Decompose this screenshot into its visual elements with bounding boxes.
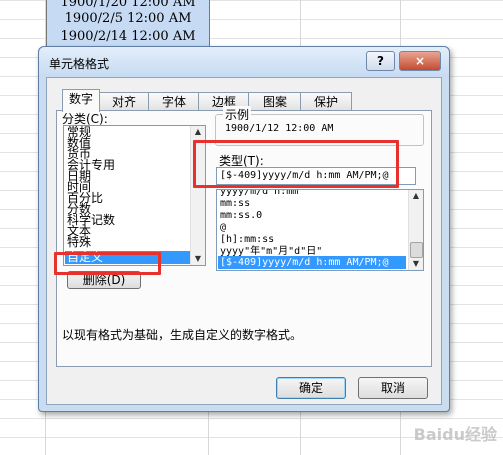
description-text: 以现有格式为基础，生成自定义的数字格式。: [62, 328, 303, 342]
highlight-box-category: [54, 252, 161, 275]
tab-alignment[interactable]: 对齐: [98, 92, 150, 111]
tab-patterns[interactable]: 图案: [248, 92, 302, 111]
format-item-selected[interactable]: [$-409]yyyy/m/d h:mm AM/PM;@: [218, 256, 406, 269]
tab-number[interactable]: 数字: [62, 89, 100, 112]
format-scrollbar[interactable]: ▲ ▼: [408, 190, 423, 270]
sample-value: 1900/1/12 12:00 AM: [225, 123, 334, 134]
format-list[interactable]: yyyy/m/d h:mm mm:ss mm:ss.0 @ [h]:mm:ss …: [216, 189, 424, 271]
category-list[interactable]: 常规 数值 货币 会计专用 日期 时间 百分比 分数 科学记数 文本 特殊 自定…: [63, 125, 206, 266]
cell-date[interactable]: 1900/2/14 12:00 AM: [47, 28, 209, 45]
cancel-button[interactable]: 取消: [358, 377, 428, 399]
tab-font[interactable]: 字体: [148, 92, 200, 111]
scroll-down-icon[interactable]: ▼: [191, 253, 205, 265]
format-item[interactable]: mm:ss.0: [220, 209, 262, 222]
scrollbar-thumb[interactable]: [410, 242, 423, 258]
category-item[interactable]: 特殊: [67, 236, 91, 249]
selected-cell-range[interactable]: 1900/1/20 12:00 AM 1900/2/5 12:00 AM 190…: [46, 0, 210, 50]
highlight-box-type: [193, 140, 399, 188]
close-button[interactable]: ×: [399, 51, 441, 71]
scroll-up-icon[interactable]: ▲: [409, 190, 423, 202]
format-cells-dialog: 单元格格式 ? × 数字 对齐 字体 边框 图案 保护 分类(C): 常规 数值…: [38, 46, 450, 412]
sample-label: 示例: [223, 106, 252, 123]
scroll-up-icon[interactable]: ▲: [191, 126, 205, 138]
watermark-logo: Baidu经验: [413, 425, 497, 444]
help-button[interactable]: ?: [366, 51, 395, 71]
tab-protection[interactable]: 保护: [300, 92, 352, 111]
cell-date[interactable]: 1900/2/5 12:00 AM: [47, 10, 209, 27]
close-icon: ×: [414, 54, 426, 68]
ok-button[interactable]: 确定: [276, 377, 346, 399]
dialog-title: 单元格格式: [49, 57, 110, 71]
help-icon: ?: [377, 54, 384, 68]
title-bar[interactable]: 单元格格式 ? ×: [39, 47, 449, 77]
scroll-down-icon[interactable]: ▼: [409, 258, 423, 270]
dialog-body: 数字 对齐 字体 边框 图案 保护 分类(C): 常规 数值 货币 会计专用 日…: [46, 77, 442, 405]
